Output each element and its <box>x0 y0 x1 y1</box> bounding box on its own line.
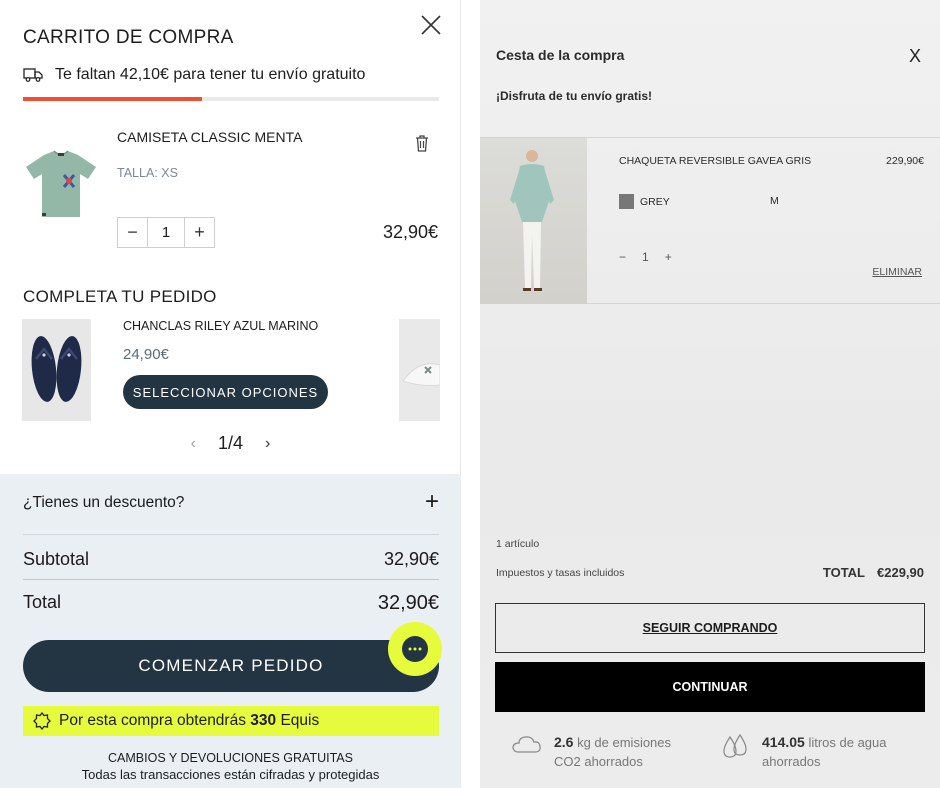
chat-bubble-icon <box>402 636 428 662</box>
complete-order-title: COMPLETA TU PEDIDO <box>23 287 217 306</box>
water-text: litros de agua <box>804 735 887 750</box>
quantity-decrease-button[interactable]: − <box>619 250 626 264</box>
product-image-tshirt[interactable] <box>22 145 100 225</box>
recommendation-pager: ‹ 1/4 › <box>0 433 461 454</box>
start-order-button[interactable]: COMENZAR PEDIDO <box>23 640 439 692</box>
water-drops-icon <box>723 733 747 758</box>
quantity-stepper-right: − 1 + <box>619 250 672 264</box>
cart-title-right: Cesta de la compra <box>496 47 625 63</box>
security-note: Todas las transacciones están cifradas y… <box>81 767 380 782</box>
free-shipping-message: Te faltan 42,10€ para tener tu envío gra… <box>23 66 365 84</box>
total-value: 32,90€ <box>377 592 439 614</box>
product-price-right: 229,90€ <box>886 155 924 167</box>
close-icon[interactable] <box>418 12 444 38</box>
item-count: 1 artículo <box>496 538 540 550</box>
points-suffix: Equis <box>276 712 320 729</box>
returns-note: CAMBIOS Y DEVOLUCIONES GRATUITAS <box>108 751 353 765</box>
recommendation-image-cap[interactable] <box>399 319 440 421</box>
trash-icon[interactable] <box>413 133 431 153</box>
cart-panel-left: CARRITO DE COMPRA Te faltan 42,10€ para … <box>0 0 461 788</box>
discount-toggle[interactable]: ¿Tienes un descuento? + <box>23 488 439 516</box>
water-line2: ahorrados <box>762 754 821 769</box>
shipping-progress-bar <box>23 97 439 101</box>
color-swatch <box>619 194 634 209</box>
plus-icon[interactable]: + <box>425 488 439 516</box>
product-name[interactable]: CAMISETA CLASSIC MENTA <box>117 129 302 145</box>
chat-button[interactable] <box>388 622 442 676</box>
discount-label: ¿Tienes un descuento? <box>23 494 185 511</box>
total-row-right: TOTAL €229,90 <box>823 565 924 580</box>
loyalty-points-banner: Por esta compra obtendrás 330 Equis <box>23 706 439 736</box>
co2-savings: 2.6 kg de emisiones CO2 ahorrados <box>510 733 671 771</box>
product-size: TALLA: XS <box>117 166 178 180</box>
quantity-increase-button[interactable]: + <box>665 250 672 264</box>
shipping-progress-fill <box>23 97 202 101</box>
points-prefix: Por esta compra obtendrás <box>59 712 251 729</box>
select-options-button[interactable]: SELECCIONAR OPCIONES <box>123 375 328 409</box>
remove-link[interactable]: ELIMINAR <box>872 266 922 278</box>
product-color: GREY <box>640 196 670 208</box>
product-size-right: M <box>770 195 779 207</box>
cart-title: CARRITO DE COMPRA <box>23 27 234 48</box>
subtotal-label: Subtotal <box>23 549 90 569</box>
co2-text: kg de emisiones <box>573 735 672 750</box>
points-value: 330 <box>250 712 277 729</box>
water-savings: 414.05 litros de agua ahorrados <box>720 733 887 771</box>
subtotal-row: Subtotal 32,90€ <box>23 549 439 570</box>
quantity-decrease-button[interactable]: − <box>118 218 147 247</box>
free-shipping-text: Te faltan 42,10€ para tener tu envío gra… <box>55 66 366 83</box>
order-summary: ¿Tienes un descuento? + Subtotal 32,90€ … <box>0 474 461 788</box>
total-label: Total <box>23 592 62 612</box>
quantity-increase-button[interactable]: + <box>185 218 214 247</box>
continue-shopping-button[interactable]: SEGUIR COMPRANDO <box>495 603 925 653</box>
close-button[interactable]: X <box>909 46 921 67</box>
recommendation-price: 24,90€ <box>123 346 169 363</box>
total-row: Total 32,90€ <box>23 592 439 615</box>
recommendation-image-flipflops[interactable] <box>22 319 91 421</box>
chevron-right-icon[interactable]: › <box>243 435 292 453</box>
cart-panel-right: Cesta de la compra X ¡Disfruta de tu env… <box>480 0 940 788</box>
total-label-right: TOTAL <box>822 565 865 580</box>
truck-icon <box>23 68 43 82</box>
cart-item: CHAQUETA REVERSIBLE GAVEA GRIS 229,90€ G… <box>480 137 940 304</box>
product-price: 32,90€ <box>382 222 438 242</box>
total-value-right: €229,90 <box>877 565 924 580</box>
co2-line2: CO2 ahorrados <box>554 754 643 769</box>
badge-icon <box>33 712 51 730</box>
quantity-stepper: − 1 + <box>117 217 215 248</box>
chevron-left-icon[interactable]: ‹ <box>169 435 218 453</box>
quantity-value[interactable]: 1 <box>147 218 185 247</box>
divider <box>23 579 439 580</box>
quantity-value: 1 <box>642 250 649 264</box>
recommendation-name[interactable]: CHANCLAS RILEY AZUL MARINO <box>123 319 318 333</box>
subtotal-value: 32,90€ <box>383 549 439 569</box>
pager-position: 1/4 <box>217 433 244 453</box>
divider <box>23 534 439 535</box>
product-name-right[interactable]: CHAQUETA REVERSIBLE GAVEA GRIS <box>619 155 811 167</box>
free-shipping-note: ¡Disfruta de tu envío gratis! <box>496 89 653 103</box>
product-image-jacket[interactable] <box>480 138 587 304</box>
water-value: 414.05 <box>762 734 805 750</box>
tax-note: Impuestos y tasas incluidos <box>496 567 625 579</box>
continue-button[interactable]: CONTINUAR <box>495 662 925 712</box>
co2-value: 2.6 <box>554 734 574 750</box>
cloud-icon <box>512 736 541 753</box>
